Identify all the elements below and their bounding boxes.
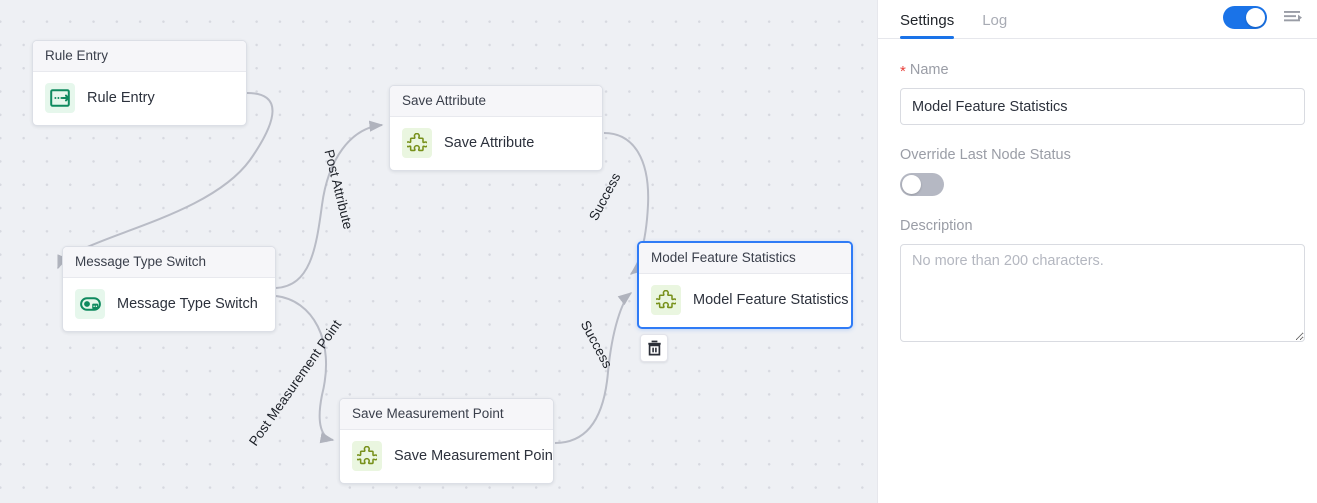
expand-panel-icon[interactable] [1283, 9, 1303, 27]
description-textarea[interactable] [900, 244, 1305, 342]
node-message-type-switch[interactable]: Message Type Switch Message Type Switch [62, 246, 276, 332]
edge-label-success-top: Success [586, 170, 624, 224]
trash-icon [647, 340, 661, 356]
node-body: Model Feature Statistics [639, 274, 851, 327]
name-input[interactable] [900, 88, 1305, 125]
settings-panel: Settings Log * Name Model Feature Statis… [877, 0, 1317, 503]
node-title: Model Feature Statistics [639, 243, 851, 274]
panel-header-actions [1223, 6, 1303, 38]
edge-label-success-bottom: Success [577, 318, 616, 371]
flow-canvas[interactable]: Post Attribute Post Measurement Point Su… [0, 0, 877, 503]
field-group-name: * Name [900, 61, 1305, 125]
puzzle-piece-icon [352, 441, 382, 471]
description-field-label: Description [900, 217, 1295, 235]
enable-toggle[interactable] [1223, 6, 1267, 29]
node-body: Save Measurement Point [340, 430, 553, 483]
puzzle-piece-icon [402, 128, 432, 158]
label-text: Name [909, 62, 949, 78]
edge-switch-to-save-attribute [275, 120, 384, 289]
node-save-attribute[interactable]: Save Attribute Save Attribute [389, 85, 603, 171]
edge-save-measurement-to-model [554, 292, 633, 444]
panel-header: Settings Log [878, 0, 1317, 39]
switch-icon [75, 289, 105, 319]
rule-chain-editor: Post Attribute Post Measurement Point Su… [0, 0, 1317, 503]
field-group-override-last-node-status: Override Last Node Status [900, 146, 1295, 196]
node-title: Message Type Switch [63, 247, 275, 278]
toggle-knob [1246, 8, 1265, 27]
rule-entry-icon [45, 83, 75, 113]
edge-switch-to-save-measurement [275, 295, 335, 444]
edge-label-post-measurement-point: Post Measurement Point [246, 317, 345, 449]
edge-label-post-attribute: Post Attribute [321, 148, 356, 231]
node-label: Message Type Switch [117, 296, 258, 312]
name-field-label: * Name [900, 61, 1295, 79]
node-title: Save Measurement Point [340, 399, 553, 430]
node-label: Save Attribute [444, 135, 535, 151]
node-label: Model Feature Statistics [693, 292, 849, 308]
field-group-description: Description [900, 217, 1305, 347]
node-rule-entry[interactable]: Rule Entry Rule Entry [32, 40, 247, 126]
required-asterisk: * [900, 63, 906, 80]
node-title: Save Attribute [390, 86, 602, 117]
override-last-node-status-toggle[interactable] [900, 173, 944, 196]
node-model-feature-statistics[interactable]: Model Feature Statistics Model Feature S… [637, 241, 853, 329]
node-label: Rule Entry [87, 90, 155, 106]
toggle-knob [902, 175, 921, 194]
label-text: Override Last Node Status [900, 147, 1071, 163]
tab-log[interactable]: Log [982, 12, 1007, 38]
node-label: Save Measurement Point [394, 448, 554, 464]
override-last-node-status-label: Override Last Node Status [900, 146, 1295, 164]
node-body: Message Type Switch [63, 278, 275, 331]
node-save-measurement-point[interactable]: Save Measurement Point Save Measurement … [339, 398, 554, 484]
panel-tabs: Settings Log [900, 0, 1007, 39]
node-body: Rule Entry [33, 72, 246, 125]
delete-node-button[interactable] [640, 334, 668, 362]
tab-settings[interactable]: Settings [900, 12, 955, 39]
node-title: Rule Entry [33, 41, 246, 72]
puzzle-piece-icon [651, 285, 681, 315]
panel-body: * Name Override Last Node Status Descrip… [878, 39, 1317, 347]
label-text: Description [900, 218, 973, 234]
node-body: Save Attribute [390, 117, 602, 170]
